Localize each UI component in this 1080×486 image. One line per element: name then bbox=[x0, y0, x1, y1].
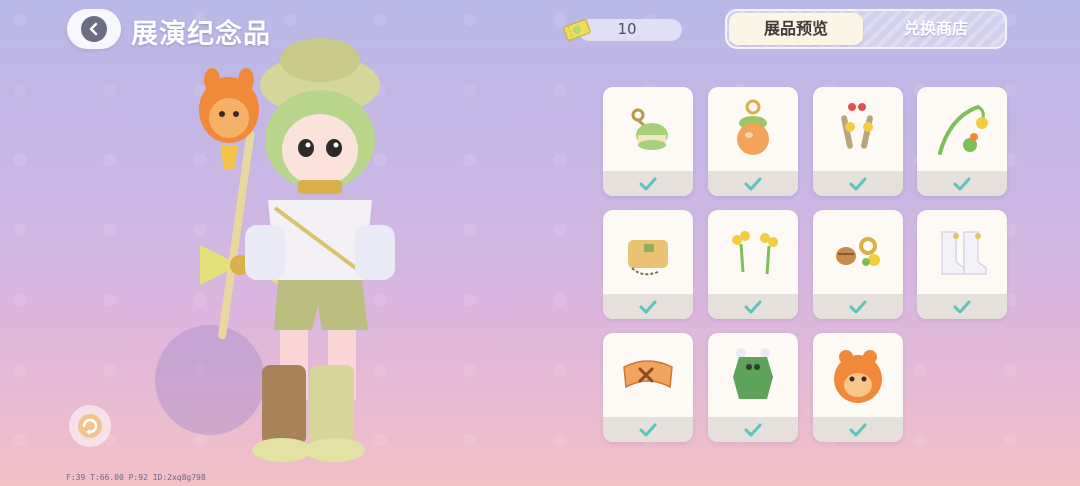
item-card[interactable] bbox=[708, 210, 798, 319]
check-icon bbox=[744, 177, 762, 190]
check-icon bbox=[639, 300, 657, 313]
item-card[interactable] bbox=[813, 210, 903, 319]
bear-hat-icon bbox=[813, 333, 903, 417]
item-card[interactable] bbox=[917, 87, 1007, 196]
tab-exhibit-preview[interactable]: 展品预览 bbox=[729, 13, 863, 45]
frog-top-icon bbox=[708, 333, 798, 417]
check-icon bbox=[849, 177, 867, 190]
flower-hairpin-icon bbox=[813, 87, 903, 171]
bracelet-icon bbox=[603, 333, 693, 417]
item-card[interactable] bbox=[813, 333, 903, 442]
white-boots-icon bbox=[917, 210, 1007, 294]
character-model[interactable] bbox=[150, 30, 470, 480]
refresh-icon bbox=[78, 414, 102, 438]
debug-info: F:39 T:66.00 P:92 ID:2xq8g798 bbox=[66, 473, 206, 482]
tab-exchange-shop[interactable]: 兑换商店 bbox=[867, 11, 1005, 47]
flower-wand-icon bbox=[917, 87, 1007, 171]
item-card[interactable] bbox=[603, 333, 693, 442]
check-icon bbox=[639, 177, 657, 190]
acorn-charm-icon bbox=[708, 87, 798, 171]
check-icon bbox=[849, 423, 867, 436]
check-icon bbox=[953, 300, 971, 313]
item-card[interactable] bbox=[603, 87, 693, 196]
item-card[interactable] bbox=[813, 87, 903, 196]
chevron-left-icon bbox=[81, 16, 107, 42]
check-icon bbox=[849, 300, 867, 313]
check-icon bbox=[639, 423, 657, 436]
ticket-icon bbox=[563, 19, 591, 41]
currency-value: 10 bbox=[617, 20, 637, 38]
item-card[interactable] bbox=[708, 87, 798, 196]
check-icon bbox=[744, 423, 762, 436]
item-card[interactable] bbox=[917, 210, 1007, 319]
check-icon bbox=[744, 300, 762, 313]
acorn-rings-icon bbox=[813, 210, 903, 294]
check-icon bbox=[953, 177, 971, 190]
back-button[interactable] bbox=[67, 9, 121, 49]
cake-keychain-icon bbox=[603, 87, 693, 171]
currency-display: 10 bbox=[562, 17, 682, 43]
item-card[interactable] bbox=[603, 210, 693, 319]
tan-bag-icon bbox=[603, 210, 693, 294]
tab-bar: 展品预览 兑换商店 bbox=[725, 9, 1007, 49]
item-card[interactable] bbox=[708, 333, 798, 442]
rotate-view-button[interactable] bbox=[69, 405, 111, 447]
yellow-flower-icon bbox=[708, 210, 798, 294]
